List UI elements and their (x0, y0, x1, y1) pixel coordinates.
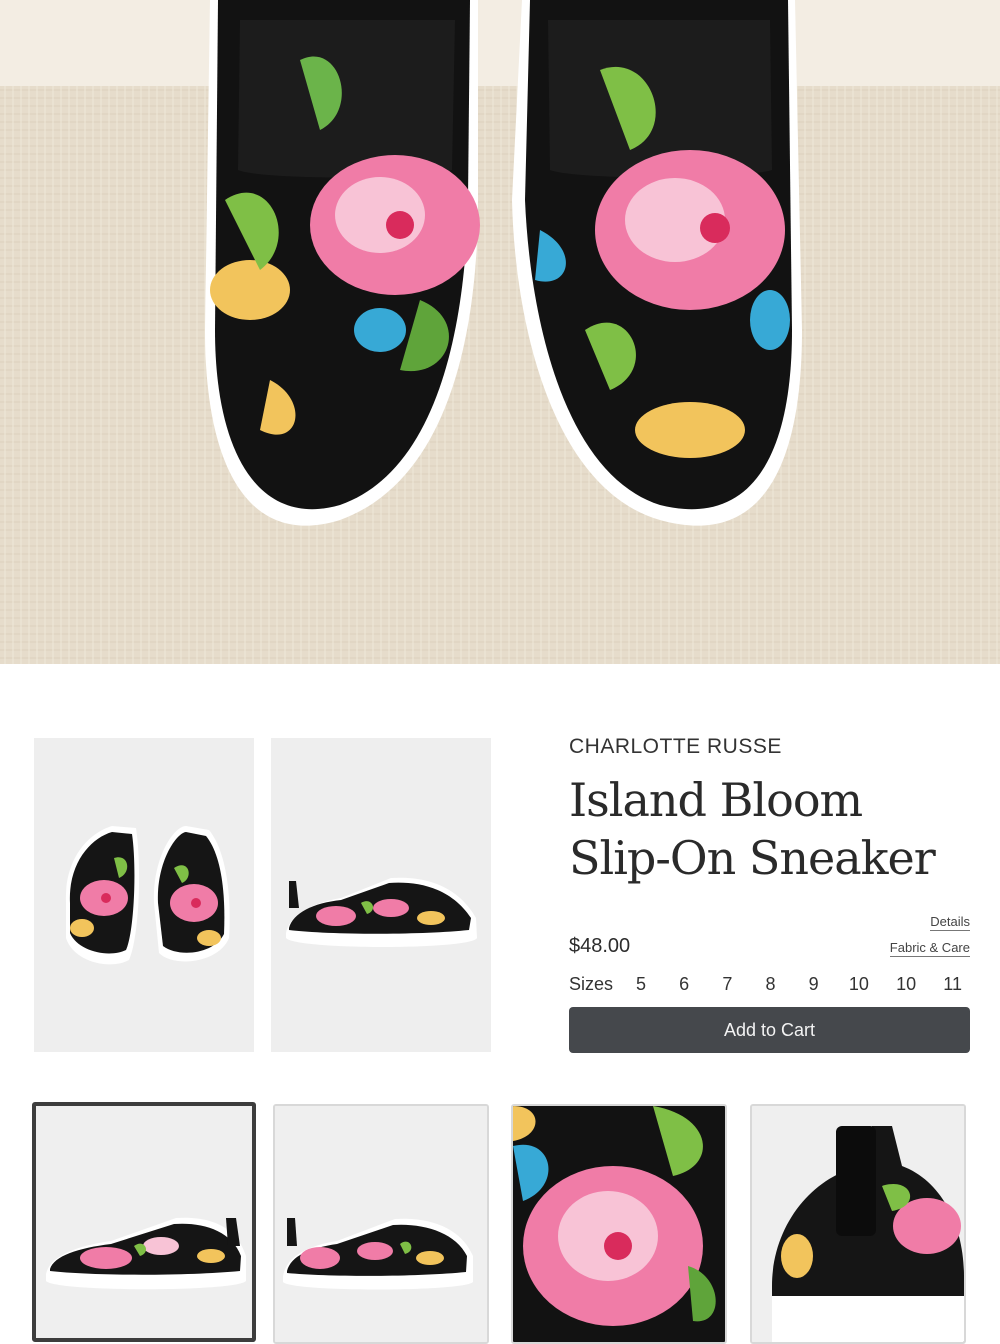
product-price: $48.00 (569, 935, 631, 957)
gallery-thumbnail-3[interactable] (511, 1104, 727, 1344)
size-option[interactable]: 6 (676, 974, 692, 995)
size-options: 5 6 7 8 9 10 10 11 (633, 974, 970, 995)
sneakers-front-view-icon (34, 738, 254, 1052)
sizes-label: Sizes (569, 973, 614, 994)
size-option[interactable]: 9 (806, 974, 822, 995)
sneaker-side-view-icon (275, 1106, 487, 1342)
product-title-line-1: Island Bloom (569, 773, 863, 827)
size-option[interactable]: 10 (896, 974, 916, 995)
hero-sneakers-illustration (0, 0, 1000, 664)
size-option[interactable]: 10 (849, 974, 869, 995)
product-title-line-2: Slip-On Sneaker (569, 831, 936, 885)
sneaker-side-view-icon (36, 1106, 252, 1338)
product-title: Island Bloom Slip-On Sneaker (569, 771, 970, 887)
details-link[interactable]: Details (930, 914, 970, 931)
fabric-care-link[interactable]: Fabric & Care (889, 940, 970, 957)
size-option[interactable]: 11 (943, 974, 962, 995)
gallery-thumbnail-4[interactable] (750, 1104, 966, 1344)
gallery-thumbnail-2[interactable] (273, 1104, 489, 1344)
sneaker-heel-closeup-icon (752, 1106, 964, 1342)
size-option[interactable]: 5 (633, 974, 649, 995)
gallery-thumbnail-1[interactable] (32, 1102, 256, 1342)
brand-name: CHARLOTTE RUSSE (569, 735, 782, 758)
thumbnail-front-view[interactable] (34, 738, 254, 1052)
thumbnail-side-view[interactable] (271, 738, 491, 1052)
product-info: CHARLOTTE RUSSE Island Bloom Slip-On Sne… (569, 733, 970, 887)
hero-product-image (0, 0, 1000, 664)
sneaker-side-view-icon (271, 738, 491, 1052)
price-row: $48.00 Details Fabric & Care (569, 910, 970, 966)
size-option[interactable]: 7 (719, 974, 735, 995)
hibiscus-print-closeup-icon (513, 1106, 725, 1342)
size-selector: Sizes 5 6 7 8 9 10 10 11 (569, 970, 970, 998)
add-to-cart-button[interactable]: Add to Cart (569, 1007, 970, 1053)
size-option[interactable]: 8 (763, 974, 779, 995)
